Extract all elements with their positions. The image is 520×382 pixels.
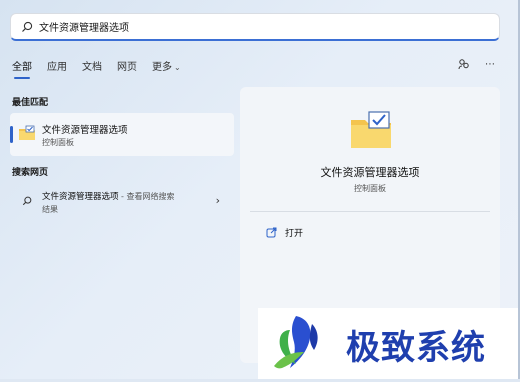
tab-label: 全部	[12, 62, 32, 73]
tab-label: 网页	[117, 62, 137, 73]
best-match-item[interactable]: 文件资源管理器选项 控制面板	[10, 113, 234, 156]
web-search-line2: 结果	[42, 205, 58, 214]
search-box[interactable]	[10, 13, 500, 41]
folder-options-icon	[349, 110, 393, 150]
web-search-suffix: - 查看网络搜索	[118, 192, 175, 201]
tab-documents[interactable]: 文档	[82, 58, 102, 73]
tab-more[interactable]: 更多 ⌄	[152, 58, 181, 73]
tab-apps[interactable]: 应用	[47, 58, 67, 73]
open-external-icon	[266, 227, 277, 238]
watermark-logo-icon	[260, 310, 340, 378]
chevron-down-icon: ⌄	[174, 63, 181, 72]
web-search-item[interactable]: 文件资源管理器选项 - 查看网络搜索 结果 ›	[10, 186, 234, 218]
best-match-title: 文件资源管理器选项	[42, 125, 128, 136]
watermark-text: 极致系统	[346, 328, 486, 368]
search-input[interactable]	[39, 21, 469, 32]
web-search-heading: 搜索网页	[12, 168, 49, 178]
tab-label: 应用	[47, 62, 67, 73]
detail-subtitle: 控制面板	[354, 184, 386, 193]
search-icon	[22, 196, 32, 206]
selection-indicator	[10, 126, 13, 143]
open-action-label: 打开	[285, 229, 304, 239]
best-match-subtitle: 控制面板	[42, 138, 74, 147]
search-icon	[21, 21, 33, 33]
more-options-icon[interactable]: ⋯	[482, 56, 498, 72]
tab-all[interactable]: 全部	[12, 58, 32, 79]
divider	[250, 211, 490, 212]
open-action[interactable]: 打开	[258, 226, 303, 239]
web-search-query: 文件资源管理器选项	[42, 192, 119, 202]
folder-options-icon	[18, 125, 36, 141]
tab-label: 文档	[82, 62, 102, 73]
chevron-right-icon: ›	[215, 194, 220, 207]
web-search-title: 文件资源管理器选项 - 查看网络搜索	[42, 190, 175, 202]
detail-title: 文件资源管理器选项	[320, 166, 420, 179]
watermark: 极致系统	[258, 308, 520, 379]
best-match-heading: 最佳匹配	[12, 98, 49, 108]
tab-web[interactable]: 网页	[117, 58, 137, 73]
search-filter-tabs: 全部 应用 文档 网页 更多 ⌄	[12, 58, 196, 79]
tab-label: 更多	[152, 62, 172, 73]
account-switch-icon[interactable]	[456, 56, 472, 72]
header-actions: ⋯	[446, 56, 498, 72]
